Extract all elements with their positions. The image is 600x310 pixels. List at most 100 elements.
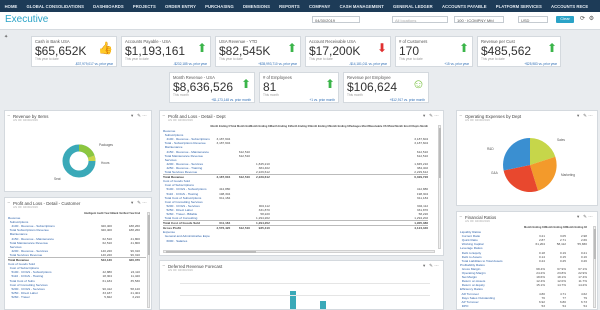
kpi-period: This year to date xyxy=(399,57,423,61)
nav-item-projects[interactable]: PROJECTS xyxy=(128,4,160,9)
nav-item-reports[interactable]: REPORTS xyxy=(275,4,305,9)
donut-slice-seat[interactable] xyxy=(87,155,96,162)
nav-item-accounts-rece[interactable]: ACCOUNTS RECE xyxy=(546,4,592,9)
vertical-scrollbar[interactable] xyxy=(147,212,151,308)
cell-value: 140,220 xyxy=(100,252,112,257)
cell-value xyxy=(230,170,250,174)
pin-icon[interactable]: ✦ xyxy=(4,34,8,40)
financial-ratios-panel: – Financial Ratios AS OF 04/30/2019 ▾ ✎⋯… xyxy=(456,211,598,310)
nav-item-general-ledger[interactable]: GENERAL LEDGER xyxy=(388,4,437,9)
financial-ratios-table: Month Ending 04/30/2019Month Ending 03/3… xyxy=(460,226,590,308)
row-label[interactable]: 6000 · Salaries xyxy=(163,239,210,243)
nav-item-dashboards[interactable]: DASHBOARDS xyxy=(89,4,129,9)
forecast-bar[interactable] xyxy=(320,301,326,309)
deferred-revenue-panel: – Deferred Revenue Forecast AS OF 04/30/… xyxy=(159,260,444,310)
collapse-icon[interactable]: – xyxy=(8,113,11,118)
filter-icon[interactable]: ▾ xyxy=(131,113,135,118)
filter-icon[interactable]: ▾ xyxy=(423,263,427,268)
collapse-icon[interactable]: – xyxy=(460,214,463,219)
table-row[interactable]: Total Cost of Goods Sold 611,184 1,294,202… xyxy=(163,220,428,225)
currency-select[interactable]: USD xyxy=(518,16,548,23)
kpi-value: $17,200K xyxy=(309,43,361,58)
nav-item-global-consolidations[interactable]: GLOBAL CONSOLIDATIONS xyxy=(22,4,89,9)
table-row[interactable]: DPO 53 54 54 xyxy=(460,304,590,308)
vertical-scrollbar[interactable] xyxy=(438,125,442,249)
arrow-down-icon: ⬇ xyxy=(376,41,387,55)
more-icon[interactable]: ⋯ xyxy=(142,113,148,118)
nav-item-dimensions[interactable]: DIMENSIONS xyxy=(238,4,274,9)
panel-subtitle: AS OF 04/30/2019 xyxy=(465,219,490,223)
nav-item-cash-management[interactable]: CASH MANAGEMENT xyxy=(335,4,388,9)
row-label[interactable]: Total Cost of Consulting xyxy=(163,216,210,220)
panel-subtitle: AS OF 04/30/2019 xyxy=(13,205,38,209)
location-filter[interactable]: All locations xyxy=(392,16,448,23)
more-icon[interactable]: ⋯ xyxy=(434,263,440,268)
arrow-up-icon: ⬆ xyxy=(286,41,297,55)
company-filter[interactable]: 100 · ICOMPNY Mfd xyxy=(454,16,504,23)
kpi-card[interactable]: USA Revenue - YTD $82,545K This year to da… xyxy=(215,36,301,67)
kpi-card[interactable]: Account Receivable USA $17,200K This year … xyxy=(305,36,391,67)
row-label[interactable]: 5260 · Travel xyxy=(8,295,84,299)
row-label[interactable]: Total Services Revenue xyxy=(163,170,210,174)
more-icon[interactable]: ⋯ xyxy=(588,113,594,118)
row-label[interactable]: Total Services Revenue xyxy=(8,253,84,257)
kpi-comparison: +$12,917 vs. prior month xyxy=(389,98,425,102)
pie-slice-rd[interactable] xyxy=(503,138,530,171)
filter-icon[interactable]: ▾ xyxy=(577,113,581,118)
cell-value xyxy=(349,216,369,220)
settings-icon[interactable]: ⚙ xyxy=(588,16,595,23)
cell-value xyxy=(369,216,389,220)
panel-subtitle: AS OF 04/30/2019 xyxy=(465,118,490,122)
more-icon[interactable]: ⋯ xyxy=(588,214,594,219)
date-picker[interactable]: 04/30/2019 xyxy=(312,16,360,23)
horizontal-scrollbar[interactable] xyxy=(163,250,435,254)
table-row[interactable]: 5260 · Travel 5,822 3,210 xyxy=(8,295,146,299)
nav-item-platform-services[interactable]: PLATFORM SERVICES xyxy=(491,4,546,9)
kpi-card[interactable]: # of Customers 170 This year to date +15 vs… xyxy=(395,36,473,67)
kpi-card[interactable]: Revenue per Employee $106,624 This month +$… xyxy=(343,72,429,103)
cell-value: 2,229,612 xyxy=(414,170,429,175)
kpi-comparison: +1 vs. prior month xyxy=(309,98,335,102)
panel-tools: ▾ ✎⋯ xyxy=(577,214,594,220)
kpi-card[interactable]: Revenue per Cust $485,562 This year to dat… xyxy=(477,36,561,67)
collapse-icon[interactable]: – xyxy=(163,263,166,268)
table-row[interactable]: 6000 · Salaries xyxy=(163,239,428,243)
table-row[interactable]: Total Cost of Consulting 1,294,202 1,294,2… xyxy=(163,216,428,220)
nav-item-accounts-payable[interactable]: ACCOUNTS PAYABLE xyxy=(437,4,491,9)
clear-button[interactable]: Clear xyxy=(556,16,574,23)
row-label[interactable]: DPO xyxy=(460,304,524,308)
nav-item-company[interactable]: COMPANY xyxy=(304,4,335,9)
cell-value: 54 xyxy=(562,303,566,308)
pie-label: Packages xyxy=(99,143,113,147)
table-row[interactable]: Total Services Revenue 140,220 96,310 xyxy=(8,253,146,257)
nav-item-home[interactable]: HOME xyxy=(0,4,22,9)
more-icon[interactable]: ⋯ xyxy=(434,113,440,118)
vertical-scrollbar[interactable] xyxy=(593,226,597,308)
collapse-icon[interactable]: – xyxy=(460,113,463,118)
filter-icon[interactable]: ▾ xyxy=(131,200,135,205)
collapse-icon[interactable]: – xyxy=(8,200,11,205)
gridline xyxy=(180,283,430,284)
row-label[interactable]: Total Cost of Goods Sold xyxy=(163,221,210,225)
nav-item-purchasing[interactable]: PURCHASING xyxy=(201,4,239,9)
filter-icon[interactable]: ▾ xyxy=(423,113,427,118)
cell-value xyxy=(309,221,329,225)
donut-slice-hours[interactable] xyxy=(78,144,95,158)
pl-detail-customer-panel: – Profit and Loss - Detail - Customer AS… xyxy=(4,197,152,310)
kpi-card[interactable]: Month Revenue - USA $8,636,526 This month +… xyxy=(169,72,255,103)
cell-value xyxy=(329,221,349,225)
filter-icon[interactable]: ▾ xyxy=(577,214,581,219)
kpi-card[interactable]: Cash in Bank USA $65,652K This year to dat… xyxy=(31,36,117,67)
table-row[interactable]: Total Services Revenue 2,229,612 2,229,612 xyxy=(163,170,428,174)
kpi-comparison: -$14,181,011 vs. prior year xyxy=(349,62,387,66)
kpi-value: $65,652K xyxy=(35,43,87,58)
kpi-card[interactable]: # of Employees 81 This month +1 vs. prior m… xyxy=(259,72,339,103)
nav-item-order-entry[interactable]: ORDER ENTRY xyxy=(160,4,200,9)
collapse-icon[interactable]: – xyxy=(163,113,166,118)
cell-value xyxy=(389,239,409,243)
forecast-bar[interactable] xyxy=(290,291,296,309)
more-icon[interactable]: ⋯ xyxy=(142,200,148,205)
kpi-card[interactable]: Accounts Payable - USA $1,193,161 This yea… xyxy=(121,36,211,67)
kpi-period: This year to date xyxy=(219,57,243,61)
refresh-icon[interactable]: ⟳ xyxy=(579,16,586,23)
